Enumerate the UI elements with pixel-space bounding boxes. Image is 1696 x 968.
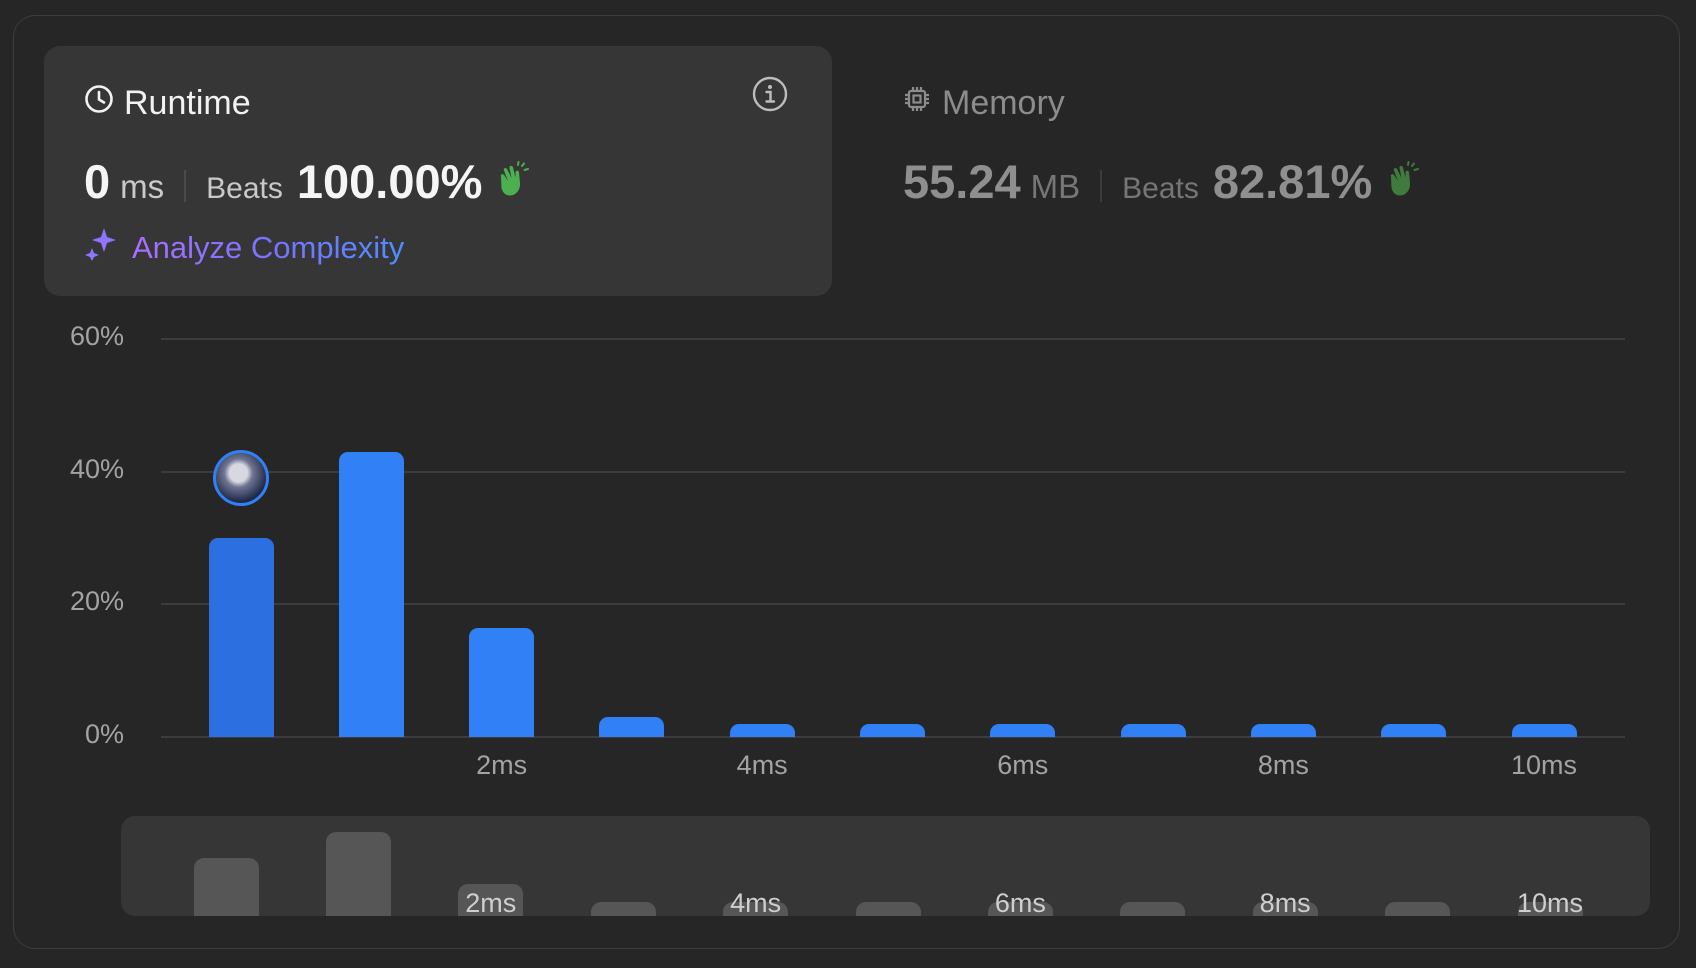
memory-title-text: Memory	[942, 84, 1065, 122]
memory-unit: MB	[1030, 168, 1081, 205]
runtime-beats-label: Beats	[206, 172, 283, 205]
x-tick-label: 10ms	[1510, 750, 1578, 780]
chip-icon	[902, 84, 932, 123]
divider	[1100, 170, 1103, 202]
y-tick-label: 40%	[69, 453, 124, 484]
chart-bar[interactable]	[990, 723, 1056, 737]
y-tick-label: 20%	[69, 586, 124, 617]
memory-title: Memory	[902, 84, 1065, 123]
x-tick-label: 4ms	[736, 750, 788, 780]
x-tick-label: 8ms	[1257, 750, 1309, 780]
chart-bar[interactable]	[338, 451, 404, 737]
overview-tick-label: 6ms	[994, 888, 1046, 916]
overview-tick-label: 8ms	[1259, 888, 1311, 916]
chart-bar[interactable]	[1250, 723, 1316, 737]
runtime-stats: 0 ms Beats 100.00%	[84, 154, 532, 209]
chart-bar[interactable]	[208, 538, 274, 737]
x-tick-label: 2ms	[476, 750, 528, 780]
y-tick-label: 0%	[84, 719, 124, 749]
overview-tick-label: 2ms	[465, 888, 517, 916]
user-avatar-marker	[213, 450, 269, 506]
chart-bar[interactable]	[1381, 723, 1447, 737]
chart-bar[interactable]	[469, 627, 535, 737]
runtime-beats-value: 100.00%	[296, 155, 483, 208]
chart-overview-scrollbar[interactable]: 2ms 4ms 6ms 8ms 10ms	[121, 816, 1650, 916]
runtime-value: 0	[84, 155, 111, 208]
info-icon[interactable]	[752, 76, 788, 117]
x-tick-label: 6ms	[997, 750, 1049, 780]
y-tick-label: 60%	[69, 321, 124, 351]
sparkle-icon	[84, 226, 120, 270]
divider	[184, 170, 187, 202]
overview-bar	[855, 902, 921, 916]
runtime-unit: ms	[120, 168, 165, 205]
overview-bar	[325, 832, 391, 916]
overview-bar	[590, 902, 656, 916]
chart-bar[interactable]	[729, 723, 795, 737]
memory-value: 55.24	[903, 155, 1021, 208]
overview-tick-label: 4ms	[730, 888, 782, 916]
gridline	[161, 338, 1625, 340]
clap-icon	[1382, 160, 1422, 205]
analyze-complexity-button[interactable]: Analyze Complexity	[84, 226, 404, 270]
analyze-complexity-label: Analyze Complexity	[132, 230, 405, 265]
overview-bar	[1385, 902, 1451, 916]
clap-icon	[492, 160, 532, 205]
runtime-title-text: Runtime	[124, 84, 251, 122]
chart-bar[interactable]	[860, 723, 925, 737]
runtime-card[interactable]: Runtime 0 ms Beats 100.00% Analyze Compl…	[44, 46, 832, 296]
runtime-title: Runtime	[84, 84, 251, 123]
clock-icon	[84, 84, 114, 123]
chart-bar[interactable]	[1511, 723, 1577, 737]
overview-bar	[193, 857, 259, 916]
memory-stats: 55.24 MB Beats 82.81%	[903, 154, 1422, 209]
overview-bar	[1120, 902, 1186, 916]
memory-beats-value: 82.81%	[1212, 155, 1373, 208]
overview-tick-label: 10ms	[1516, 888, 1584, 916]
chart-bar[interactable]	[599, 717, 665, 737]
chart-bar[interactable]	[1120, 723, 1186, 737]
memory-beats-label: Beats	[1122, 172, 1199, 205]
